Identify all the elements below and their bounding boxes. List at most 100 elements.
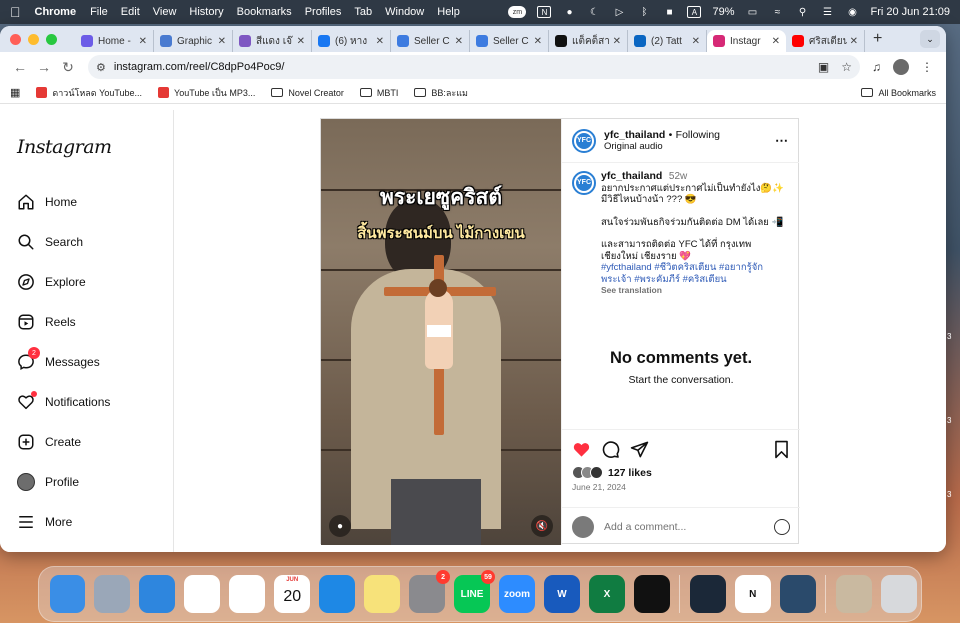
reel-video[interactable]: พระเยซูคริสต์ สิ้นพระชนม์บน ไม้กางเขน ● … [321,119,561,545]
media-controls-icon[interactable]: ♫ [872,60,881,74]
dock-app-launchpad[interactable] [94,575,131,613]
bookmark-item[interactable]: YouTube เป็น MP3... [158,86,255,100]
tagged-user-icon[interactable]: ● [329,515,351,537]
browser-tab[interactable]: ศริสเตียน ✕ [786,30,865,52]
browser-tab[interactable]: Seller C ✕ [470,30,549,52]
dock-app-calendar[interactable]: JUN 20 [274,575,311,613]
bookmark-folder[interactable]: MBTI [359,88,398,98]
see-translation-link[interactable]: See translation [601,285,791,297]
apps-grid-icon[interactable]: ▦ [10,86,20,99]
dock-app-word[interactable]: W [543,575,580,613]
dock-app-downloads[interactable] [835,575,872,613]
menu-profiles[interactable]: Profiles [305,6,342,18]
dock-app-line[interactable]: LINE 59 [454,570,496,613]
nav-messages[interactable]: 2 Messages [16,347,100,372]
save-bookmark-icon[interactable] [773,440,790,462]
dock-app-steam[interactable] [689,575,726,613]
dock-app-photos[interactable] [229,575,266,613]
browser-tab[interactable]: Instagr ✕ [707,30,786,52]
likes-count[interactable]: 127 likes [608,467,652,479]
comment-input[interactable]: Add a comment... [604,521,774,533]
author-username[interactable]: yfc_thailand [604,129,665,141]
browser-tab[interactable]: Seller C ✕ [391,30,470,52]
install-app-icon[interactable]: ▣ [818,60,829,74]
address-bar[interactable]: ⚙ instagram.com/reel/C8dpPo4Poc9/ ▣ ☆ [88,55,860,79]
control-center-icon[interactable]: ☰ [821,6,835,18]
bookmark-folder[interactable]: Novel Creator [271,88,344,98]
close-tab-icon[interactable]: ✕ [772,36,780,47]
instagram-logo[interactable]: Instagram [17,136,112,158]
apple-icon[interactable]:  [10,4,21,20]
dock-app-system-settings[interactable]: 2 [409,570,451,613]
line-tray-icon[interactable]: ● [562,6,576,18]
browser-tab[interactable]: สีแดง เจ๊ ✕ [233,30,312,52]
comment-icon[interactable] [601,440,620,462]
more-options-icon[interactable]: ⋯ [775,133,789,149]
close-tab-icon[interactable]: ✕ [297,36,305,47]
spotlight-icon[interactable]: ⚲ [796,6,810,18]
tab-search-button[interactable]: ⌄ [920,30,940,48]
close-tab-icon[interactable]: ✕ [455,36,463,47]
bluetooth-icon[interactable]: ᛒ [637,6,651,18]
caption-username[interactable]: yfc_thailand [601,170,662,182]
dock-app-notes[interactable] [364,575,401,613]
new-tab-button[interactable]: + [873,30,882,48]
close-tab-icon[interactable]: ✕ [613,36,621,47]
reload-icon[interactable]: ↻ [56,59,80,76]
dock-app-app-store[interactable] [319,575,356,613]
mute-icon[interactable]: 🔇 [531,515,553,537]
close-tab-icon[interactable]: ✕ [218,36,226,47]
lock-tray-icon[interactable]: ■ [662,6,676,18]
caption-author-avatar[interactable]: YFC [572,171,596,195]
following-button[interactable]: Following [676,129,720,141]
all-bookmarks-button[interactable]: All Bookmarks [861,88,936,98]
author-avatar[interactable]: YFC [572,128,596,153]
close-tab-icon[interactable]: ✕ [534,36,542,47]
nav-home[interactable]: Home [16,192,77,212]
dock-app-safari[interactable] [139,575,176,613]
play-circle-icon[interactable]: ▷ [612,6,626,18]
hashtags[interactable]: #yfcthailand #ชีวิตคริสเตียน #อยากรู้จัก [601,262,791,274]
like-heart-icon[interactable] [572,440,591,462]
menu-file[interactable]: File [90,6,108,18]
dock-app-capcut[interactable] [633,575,670,613]
bookmark-item[interactable]: ดาวน์โหลด YouTube... [36,86,142,100]
wifi-icon[interactable]: ≈ [771,6,785,18]
close-tab-icon[interactable]: ✕ [692,36,700,47]
menu-clock[interactable]: Fri 20 Jun 21:09 [871,6,951,18]
kebab-menu-icon[interactable]: ⋮ [921,60,933,74]
close-window-button[interactable] [10,33,21,45]
siri-icon[interactable]: ◉ [846,6,860,18]
menu-tab[interactable]: Tab [354,6,372,18]
menu-help[interactable]: Help [437,6,460,18]
site-settings-icon[interactable]: ⚙ [96,61,106,74]
notion-tray-icon[interactable]: N [537,6,552,18]
dock-app-trash[interactable] [880,575,917,613]
browser-tab[interactable]: Graphic ✕ [154,30,233,52]
moon-icon[interactable]: ☾ [587,6,601,18]
battery-icon[interactable]: ▭ [746,6,760,18]
forward-icon[interactable]: → [32,59,56,75]
dock-app-finder[interactable] [49,575,86,613]
back-icon[interactable]: ← [8,59,32,75]
menu-view[interactable]: View [153,6,177,18]
menu-app-name[interactable]: Chrome [35,6,77,18]
minimize-window-button[interactable] [28,33,39,45]
nav-notifications[interactable]: Notifications [16,391,110,412]
nav-profile[interactable]: Profile [16,472,79,492]
close-tab-icon[interactable]: ✕ [850,36,858,47]
dock-app-zoom[interactable]: zoom [499,575,535,613]
browser-tab[interactable]: (6) หาง ✕ [312,30,391,52]
browser-tab[interactable]: Home - ✕ [75,30,154,52]
nav-more[interactable]: More [16,512,72,532]
menu-history[interactable]: History [189,6,223,18]
nav-reels[interactable]: Reels [16,312,76,332]
menu-bookmarks[interactable]: Bookmarks [237,6,292,18]
liker-avatar[interactable] [590,466,603,479]
close-tab-icon[interactable]: ✕ [139,36,147,47]
browser-tab[interactable]: แต็คต็สา ✕ [549,30,628,52]
zoom-window-button[interactable] [46,33,57,45]
menu-window[interactable]: Window [385,6,424,18]
profile-avatar-button[interactable] [893,59,909,75]
bookmark-folder[interactable]: BB:ละแม [414,86,468,100]
